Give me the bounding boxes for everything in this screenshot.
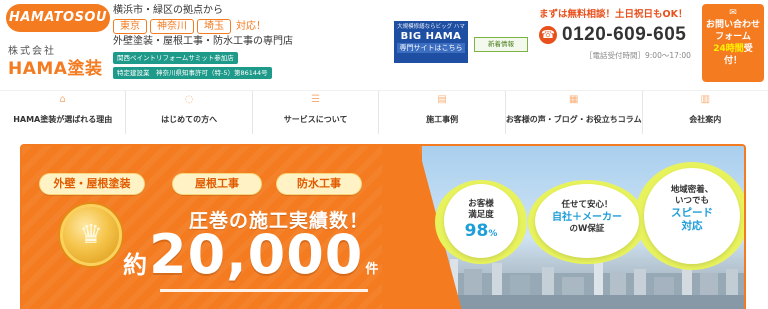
badge-line: 対応 (681, 220, 703, 232)
nav-item-first-time[interactable]: ◌ はじめての方へ (125, 91, 251, 134)
bighama-subtitle: 大規模修繕ならビッグ ハマ (397, 24, 465, 30)
phone-icon: ☎ (539, 26, 557, 44)
calendar-icon: ▦ (568, 94, 579, 105)
count-number: 20,000 (149, 223, 364, 286)
contact-form-button[interactable]: ✉ お問い合わせ フォーム 24時間受 付！ (702, 4, 764, 82)
badge-line: 満足度 (468, 210, 494, 220)
bighama-banner[interactable]: 大規模修繕ならビッグ ハマ BIG HAMA 専門サイトはこちら (394, 21, 468, 63)
hero-count: 約 20,000 件 (123, 228, 378, 282)
nav-item-reasons[interactable]: ⌂ HAMA塗装が選ばれる理由 (0, 91, 125, 134)
badge-line: スピード (671, 207, 713, 219)
location-info: 横浜市・緑区の拠点から 東京 神奈川 埼玉 対応！ 外壁塗装・屋根工事・防水工事… (113, 4, 383, 79)
logo-badge: HAMATOSOU (6, 4, 110, 32)
service-pill-roofing: 屋根工事 (172, 173, 262, 195)
certification-badge: 関西ペイントリフォームサミット参加店 (113, 52, 238, 64)
satisfaction-unit: % (488, 229, 498, 239)
house-icon: ⌂ (59, 94, 66, 105)
cta-line-4: 付！ (723, 56, 742, 66)
logo-company-name: HAMA塗装 (8, 59, 103, 79)
cta-line-3-rest: 受 (743, 44, 753, 54)
badge-line: いつでも (674, 196, 709, 206)
trophy-medal: ♛ (60, 204, 122, 266)
area-saitama: 埼玉 (197, 19, 231, 34)
main-nav: ⌂ HAMA塗装が選ばれる理由 ◌ はじめての方へ ☰ サービスについて ▤ 施… (0, 90, 768, 134)
count-prefix: 約 (123, 251, 147, 279)
license-badge: 特定建設業 神奈川県知事許可（特-5）第86144号 (113, 67, 272, 79)
nav-item-company[interactable]: ▥ 会社案内 (641, 91, 768, 134)
building-icon: ▥ (700, 94, 711, 105)
satisfaction-value: 98% (444, 221, 518, 244)
document-icon: ▤ (437, 94, 447, 105)
site-header: HAMATOSOU 株式会社 HAMA塗装 横浜市・緑区の拠点から 東京 神奈川… (0, 0, 768, 88)
count-suffix: 件 (365, 262, 379, 277)
nav-label: はじめての方へ (161, 115, 218, 124)
cta-line-3: 24時間受 (702, 43, 764, 55)
trophy-icon: ♛ (79, 220, 103, 250)
areas-suffix: 対応！ (236, 20, 266, 32)
nav-item-services[interactable]: ☰ サービスについて (251, 91, 378, 134)
cta-24h: 24時間 (713, 44, 744, 54)
mail-icon: ✉ (729, 8, 737, 18)
nav-item-voices-blog[interactable]: ▦ お客様の声・ブログ・お役立ちコラム (504, 91, 642, 134)
contact-block: まずは無料相談！土日祝日もOK！ ☎ 0120-609-605 ［電話受付時間］… (539, 6, 699, 61)
badge-line: 自社＋メーカー (552, 212, 622, 223)
list-icon: ☰ (311, 94, 321, 105)
nav-label: HAMA塗装が選ばれる理由 (13, 115, 113, 124)
phone-hours: ［電話受付時間］9:00～17:00 (585, 51, 691, 60)
service-pill-waterproofing: 防水工事 (276, 173, 362, 195)
satisfaction-badge: お客様 満足度 98% (444, 184, 518, 258)
logo[interactable]: HAMATOSOU 株式会社 HAMA塗装 (6, 4, 110, 80)
area-kanagawa: 神奈川 (150, 19, 194, 34)
count-underline (160, 289, 368, 292)
phone-row[interactable]: ☎ 0120-609-605 (539, 24, 699, 46)
nav-label: サービスについて (283, 115, 348, 124)
badge-line: 地域密着、 (670, 185, 714, 195)
nav-label: 会社案内 (689, 115, 722, 124)
location-line: 横浜市・緑区の拠点から (113, 5, 223, 16)
cta-line-1: お問い合わせ (705, 20, 760, 30)
hero-banner: 外壁・屋根塗装 屋根工事 防水工事 ♛ 圧巻の施工実績数！ 約 20,000 件… (20, 144, 746, 309)
speed-badge: 地域密着、 いつでも スピード 対応 (644, 168, 740, 264)
news-button[interactable]: 新着情報 (474, 37, 528, 52)
nav-item-works[interactable]: ▤ 施工事例 (378, 91, 504, 134)
badge-line: のW保証 (569, 224, 605, 234)
bighama-link[interactable]: 専門サイトはこちら (397, 43, 465, 53)
service-areas: 東京 神奈川 埼玉 対応！ (113, 19, 383, 34)
bighama-title: BIG HAMA (400, 31, 462, 42)
page: HAMATOSOU 株式会社 HAMA塗装 横浜市・緑区の拠点から 東京 神奈川… (0, 0, 768, 309)
warranty-badge: 任せて安心！ 自社＋メーカー のW保証 (535, 184, 639, 258)
satisfaction-number: 98 (464, 221, 489, 241)
nav-label: お客様の声・ブログ・お役立ちコラム (505, 115, 642, 124)
badge-line: 任せて安心！ (561, 200, 613, 210)
nav-label: 施工事例 (426, 115, 459, 124)
cta-line-2: フォーム (715, 32, 751, 42)
area-tokyo: 東京 (113, 19, 147, 34)
service-pill-painting: 外壁・屋根塗装 (39, 173, 145, 195)
phone-number[interactable]: 0120-609-605 (562, 24, 686, 46)
tagline: 外壁塗装・屋根工事・防水工事の専門店 (113, 36, 293, 47)
chat-icon: ◌ (184, 94, 194, 105)
badge-line: お客様 (468, 199, 494, 209)
contact-lead: まずは無料相談！土日祝日もOK！ (539, 9, 688, 20)
